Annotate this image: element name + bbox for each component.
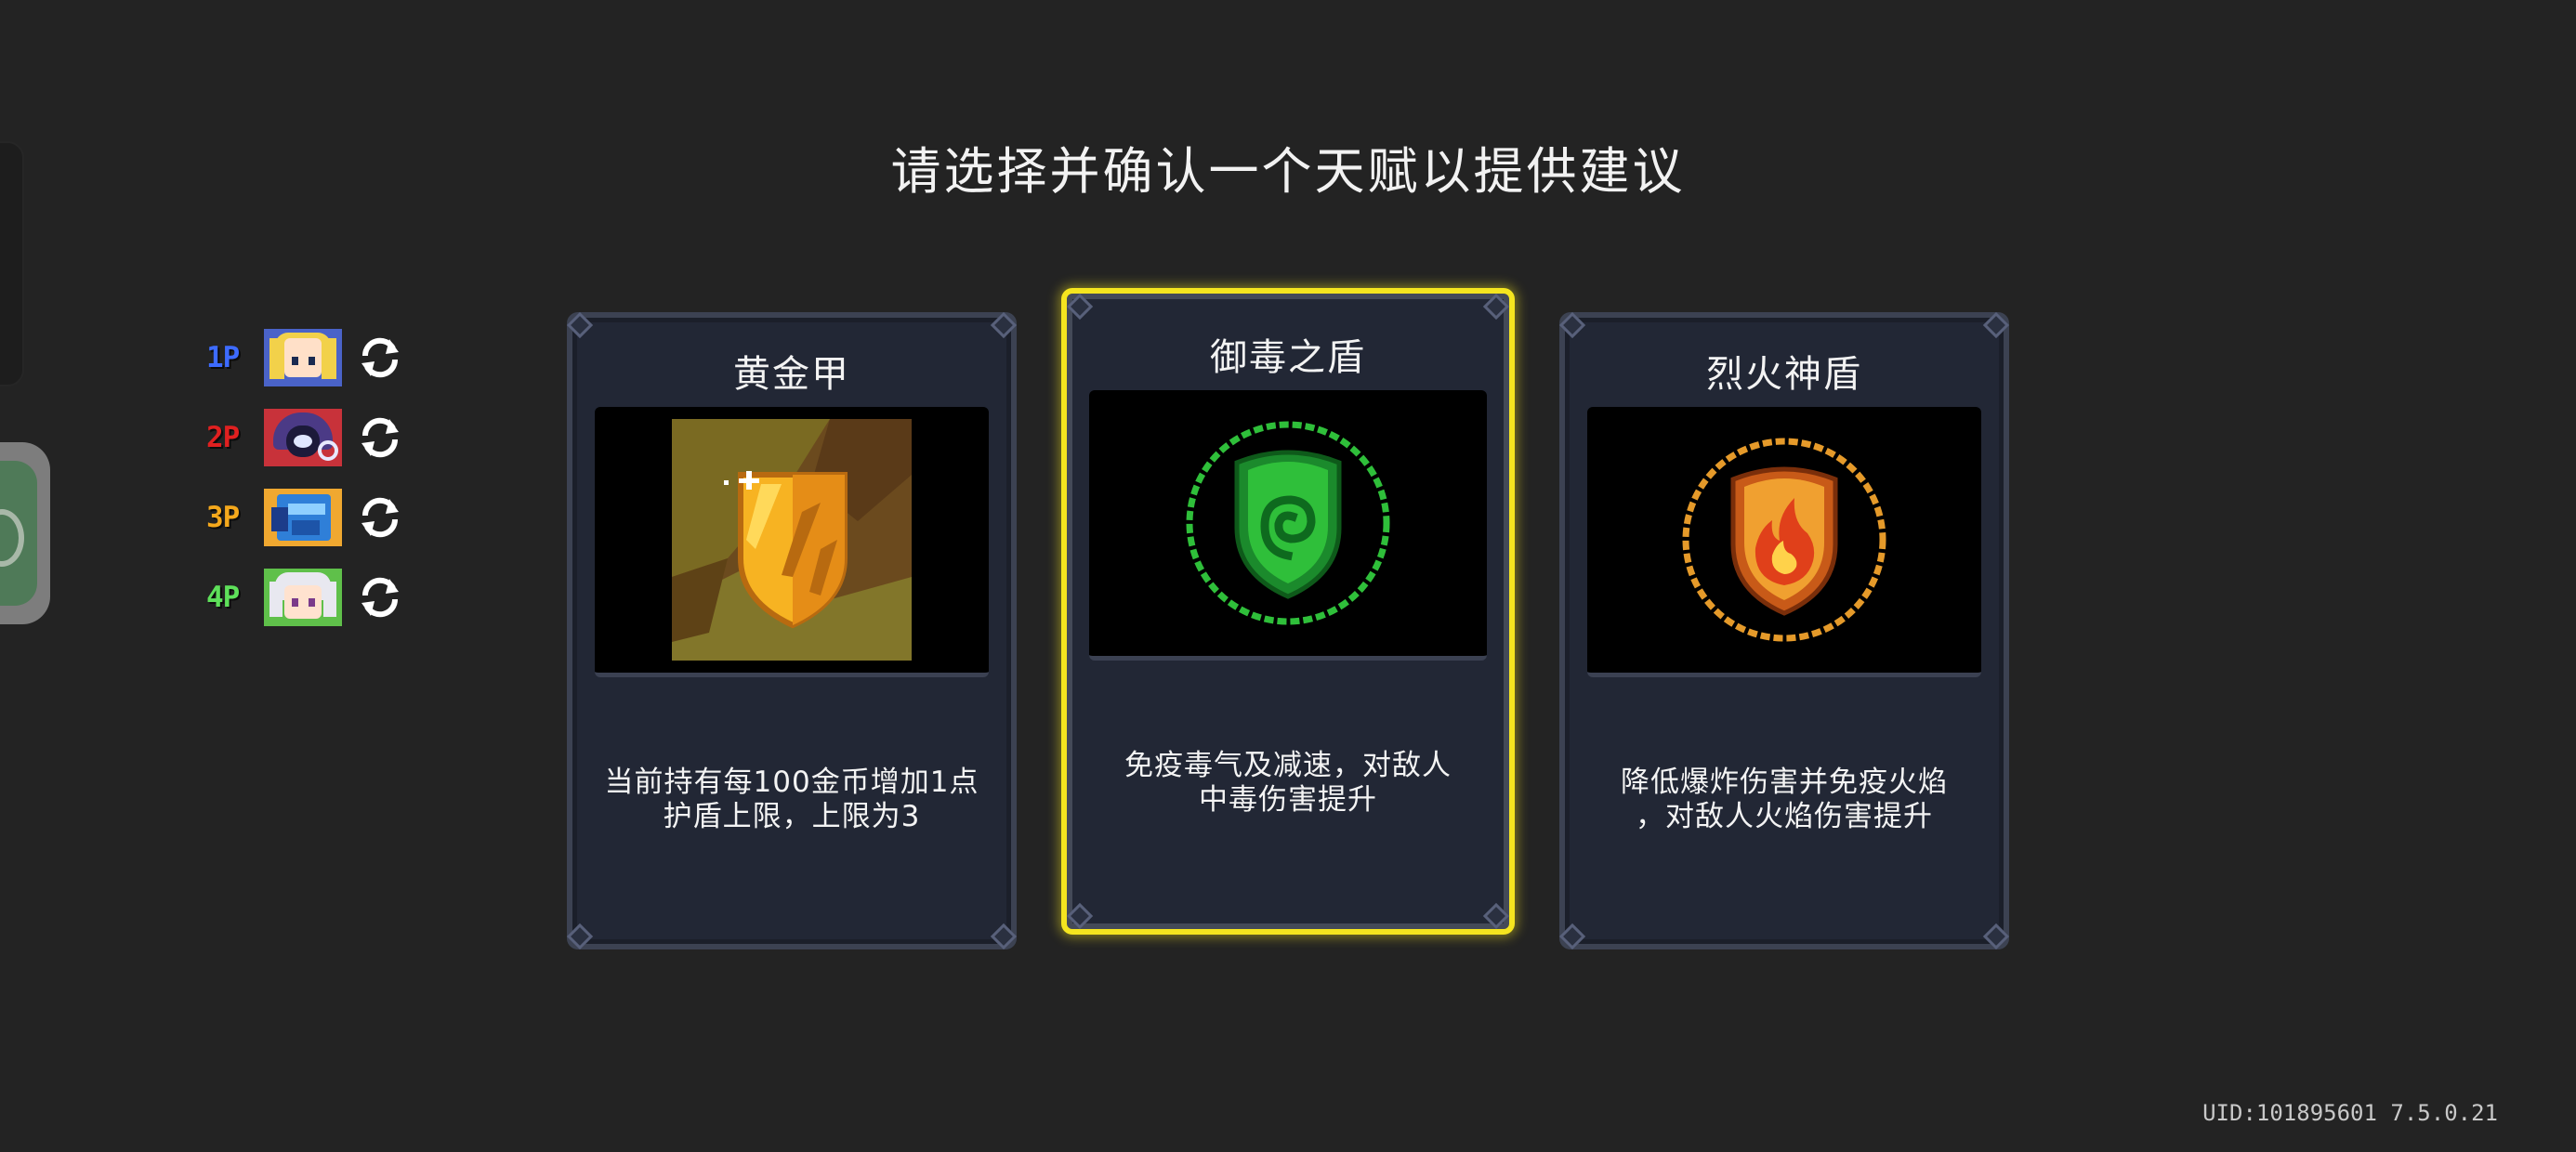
refresh-icon — [361, 337, 399, 378]
card-description: 免疫毒气及减速，对敌人 中毒伤害提升 — [1080, 749, 1496, 818]
card-corner — [1558, 923, 1586, 950]
card-corner — [1982, 923, 2010, 950]
card-description: 当前持有每100金币增加1点 护盾上限，上限为3 — [585, 766, 998, 834]
card-corner — [1982, 311, 2010, 339]
refresh-button-3p[interactable] — [353, 491, 407, 544]
talent-card-poison-shield[interactable]: 御毒之盾 免疫毒气及减速，对敌人 中毒伤害提升 — [1061, 288, 1515, 935]
refresh-icon — [361, 417, 399, 458]
player-row-1p: 1P — [206, 329, 407, 386]
blue-robot-avatar — [264, 489, 342, 546]
player-tag: 1P — [206, 341, 240, 374]
player-tag: 3P — [206, 501, 240, 534]
player-row-4p: 4P — [206, 569, 407, 626]
description-line: ，对敌人火焰伤害提升 — [1636, 800, 1933, 833]
player-tag: 2P — [206, 421, 240, 454]
card-title: 御毒之盾 — [1210, 336, 1366, 379]
card-image — [1587, 407, 1981, 677]
player-row-2p: 2P — [206, 409, 407, 466]
card-corner — [1482, 902, 1510, 930]
page-title: 请选择并确认一个天赋以提供建议 — [890, 142, 1686, 202]
card-corner — [1066, 902, 1094, 930]
refresh-icon — [361, 577, 399, 618]
card-corner — [1482, 293, 1510, 321]
card-description: 降低爆炸伤害并免疫火焰 ，对敌人火焰伤害提升 — [1578, 766, 1991, 834]
description-line: 免疫毒气及减速，对敌人 — [1124, 749, 1452, 782]
white-hair-avatar — [264, 569, 342, 626]
card-title: 烈火神盾 — [1706, 353, 1862, 396]
talent-card-golden-armor[interactable]: 黄金甲 当前持有每100金币增加1点 护盾上限，上限为3 — [566, 311, 1018, 950]
card-image — [1089, 390, 1487, 661]
card-corner — [1066, 293, 1094, 321]
poison-shield-icon — [1186, 421, 1390, 625]
card-corner — [1558, 311, 1586, 339]
card-corner — [566, 923, 594, 950]
fire-shield-icon — [1682, 438, 1886, 642]
card-corner — [566, 311, 594, 339]
refresh-button-4p[interactable] — [353, 570, 407, 624]
card-title: 黄金甲 — [733, 353, 850, 396]
card-corner — [990, 311, 1018, 339]
refresh-icon — [361, 497, 399, 538]
description-line: 护盾上限，上限为3 — [663, 800, 921, 833]
blonde-girl-avatar — [264, 329, 342, 386]
description-line: 中毒伤害提升 — [1199, 783, 1377, 817]
hooded-wizard-avatar — [264, 409, 342, 466]
card-corner — [990, 923, 1018, 950]
talent-card-fire-shield[interactable]: 烈火神盾 降低爆炸伤害并免疫火焰 ，对敌人火焰伤害提升 — [1558, 311, 2010, 950]
player-tag: 4P — [206, 581, 240, 614]
golden-shield-icon — [672, 419, 912, 661]
description-line: 降低爆炸伤害并免疫火焰 — [1621, 766, 1948, 799]
refresh-button-1p[interactable] — [353, 331, 407, 385]
player-row-3p: 3P — [206, 489, 407, 546]
uid-version-label: UID:101895601 7.5.0.21 — [2202, 1100, 2498, 1126]
card-image — [595, 407, 989, 677]
description-line: 当前持有每100金币增加1点 — [604, 766, 979, 799]
refresh-button-2p[interactable] — [353, 411, 407, 465]
